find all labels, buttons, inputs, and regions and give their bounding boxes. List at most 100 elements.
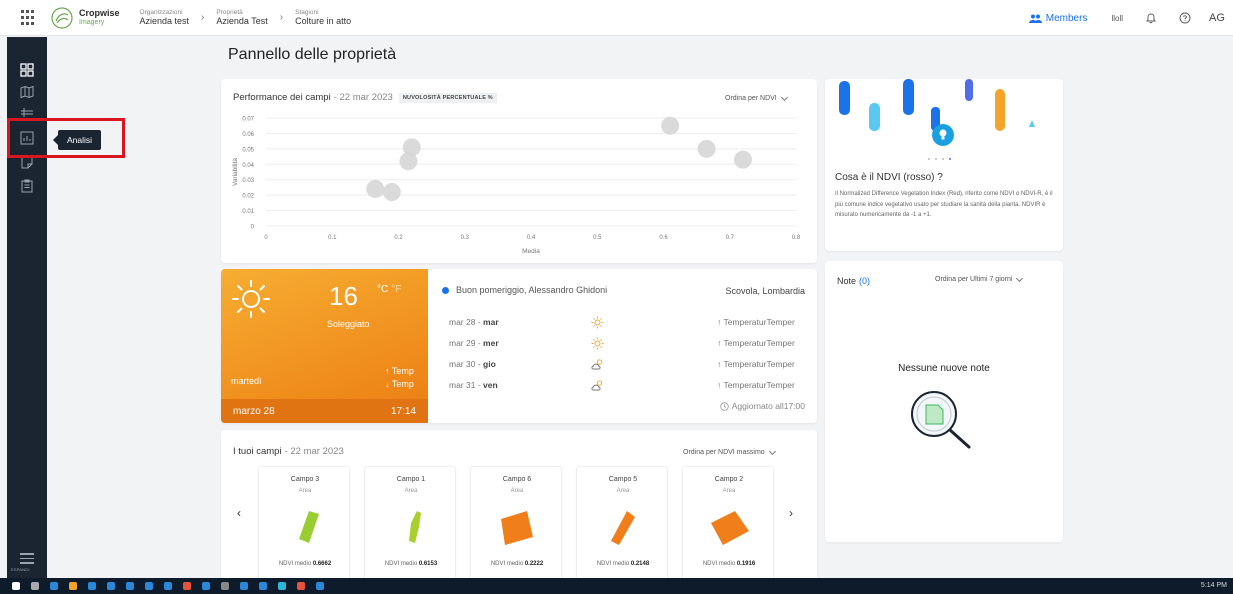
breadcrumb-property[interactable]: Proprietà Azienda Test bbox=[216, 9, 267, 27]
fields-title: I tuoi campi bbox=[233, 446, 282, 457]
notes-sort-dropdown[interactable]: Ordina per Ultimi 7 giorni bbox=[935, 274, 1024, 283]
breadcrumb-organization[interactable]: Organizzazioni Azienda test bbox=[140, 9, 190, 27]
scatter-point[interactable] bbox=[402, 138, 421, 157]
field-ndvi: NDVI medio 0.6153 bbox=[365, 561, 457, 567]
forecast-date: mar 28 - bbox=[449, 317, 481, 327]
scatter-point[interactable] bbox=[661, 116, 680, 135]
fields-sort-dropdown[interactable]: Ordina per NDVI massimo bbox=[683, 447, 776, 456]
field-area: Area bbox=[616, 488, 630, 494]
scatter-point[interactable] bbox=[697, 139, 716, 158]
weather-forecast-panel: Buon pomeriggio, Alessandro Ghidoni Scov… bbox=[428, 269, 817, 423]
breadcrumb-key: Proprietà bbox=[216, 8, 243, 16]
y-tick-label: 0.04 bbox=[242, 163, 254, 169]
x-tick-label: 0.8 bbox=[792, 235, 801, 241]
ndvi-value: 0.6153 bbox=[418, 561, 438, 567]
chevron-right-icon: › bbox=[201, 12, 205, 23]
sidebar-item-map[interactable] bbox=[20, 85, 34, 99]
ndvi-value: 0.1916 bbox=[736, 561, 756, 567]
members-button[interactable]: Members bbox=[1028, 12, 1088, 24]
ndvi-illustration bbox=[839, 79, 1035, 160]
info-title: Cosa è il NDVI (rosso) ? bbox=[835, 172, 943, 183]
taskbar-app-icon[interactable] bbox=[316, 582, 324, 590]
weather-footer: marzo 28 17:14 bbox=[221, 399, 428, 423]
scatter-point[interactable] bbox=[734, 150, 752, 169]
last-updated: Aggiornato all17:00 bbox=[720, 401, 805, 411]
taskbar-app-icon[interactable] bbox=[278, 582, 286, 590]
taskbar-app-icon[interactable] bbox=[183, 582, 191, 590]
notes-empty-message: Nessune nuove note bbox=[898, 363, 990, 374]
taskbar-app-icon[interactable] bbox=[107, 582, 115, 590]
members-label: Members bbox=[1045, 12, 1088, 24]
taskbar-app-icon[interactable] bbox=[126, 582, 134, 590]
breadcrumb-season[interactable]: Stagioni Colture in atto bbox=[295, 9, 351, 27]
taskbar-app-icon[interactable] bbox=[259, 582, 267, 590]
unit-celsius[interactable]: °C bbox=[377, 284, 388, 295]
field-name: Campo 3 bbox=[290, 476, 320, 483]
scatter-point[interactable] bbox=[366, 179, 385, 198]
sort-label: Ordina per NDVI massimo bbox=[683, 449, 765, 456]
avatar[interactable]: AG bbox=[1205, 6, 1229, 30]
taskbar-app-icon[interactable] bbox=[202, 582, 210, 590]
sun-icon bbox=[232, 280, 270, 318]
field-card[interactable]: Campo 3 Area NDVI medio 0.6662 bbox=[258, 466, 350, 586]
notes-card: Note (0) Ordina per Ultimi 7 giorni Nessu… bbox=[825, 261, 1063, 542]
field-card[interactable]: Campo 6 Area NDVI medio 0.2222 bbox=[470, 466, 562, 586]
start-menu-icon[interactable] bbox=[12, 582, 20, 590]
field-area: Area bbox=[722, 488, 736, 494]
taskbar-app-icon[interactable] bbox=[221, 582, 229, 590]
members-icon bbox=[1028, 14, 1042, 23]
apps-grid-icon[interactable] bbox=[21, 9, 37, 26]
current-temperature: 16 bbox=[329, 281, 358, 311]
x-tick-label: 0.1 bbox=[328, 235, 337, 241]
logo[interactable]: Cropwise Imagery bbox=[51, 6, 120, 29]
sidebar-item-dashboard[interactable] bbox=[20, 63, 34, 77]
magnifier-note-icon bbox=[911, 391, 971, 449]
field-card[interactable]: Campo 5 Area NDVI medio 0.2148 bbox=[576, 466, 668, 586]
forecast-row: mar 28 - mar ↑ TemperaturTemper bbox=[449, 316, 817, 329]
low-temperature: ↓ Temp bbox=[385, 379, 414, 389]
ndvi-value: 0.2222 bbox=[524, 561, 544, 567]
taskbar-app-icon[interactable] bbox=[69, 582, 77, 590]
notes-title: Note bbox=[837, 276, 857, 286]
sidebar-item-reports[interactable] bbox=[20, 179, 34, 193]
taskbar-app-icon[interactable] bbox=[50, 582, 58, 590]
help-icon[interactable] bbox=[1179, 12, 1191, 24]
unit-toggle[interactable]: °C °F bbox=[377, 284, 401, 295]
os-taskbar: 5:14 PM bbox=[0, 578, 1233, 594]
unit-fahrenheit[interactable]: °F bbox=[391, 284, 401, 295]
weather-time: 17:14 bbox=[390, 405, 416, 417]
search-icon[interactable] bbox=[31, 582, 39, 590]
field-card[interactable]: Campo 1 Area NDVI medio 0.6153 bbox=[364, 466, 456, 586]
field-name: Campo 5 bbox=[608, 476, 638, 483]
ndvi-label: NDVI medio bbox=[596, 561, 630, 567]
weather-today-panel: 16 °C °F Soleggiato ↑ Temp martedì ↓ Temp… bbox=[221, 269, 428, 423]
taskbar-app-icon[interactable] bbox=[145, 582, 153, 590]
next-arrow-button[interactable]: › bbox=[789, 506, 793, 520]
forecast-date: mar 29 - bbox=[449, 338, 481, 348]
notes-count: (0) bbox=[859, 276, 871, 286]
taskbar-app-icon[interactable] bbox=[164, 582, 172, 590]
sidebar-tooltip: Analisi bbox=[52, 130, 102, 150]
cloud-sun-icon bbox=[591, 380, 603, 391]
product-name: Imagery bbox=[79, 19, 105, 26]
field-card[interactable]: Campo 2 Area NDVI medio 0.1916 bbox=[682, 466, 774, 586]
expand-menu-icon[interactable] bbox=[20, 553, 34, 567]
ndvi-label: NDVI medio bbox=[490, 561, 524, 567]
expand-menu-label: ESPANDI bbox=[11, 567, 30, 572]
weather-condition: Soleggiato bbox=[327, 319, 370, 329]
taskbar-app-icon[interactable] bbox=[297, 582, 305, 590]
info-body: Il Normalized Difference Vegetation Inde… bbox=[835, 191, 1053, 218]
ndvi-label: NDVI medio bbox=[384, 561, 418, 567]
taskbar-app-icon[interactable] bbox=[88, 582, 96, 590]
y-tick-label: 0.05 bbox=[242, 147, 254, 153]
y-tick-label: 0.06 bbox=[242, 132, 254, 138]
taskbar-app-icon[interactable] bbox=[240, 582, 248, 590]
field-ndvi: NDVI medio 0.1916 bbox=[683, 561, 775, 567]
prev-arrow-button[interactable]: ‹ bbox=[237, 506, 241, 520]
last-updated-text: Aggiornato all17:00 bbox=[731, 401, 805, 411]
user-name[interactable]: lloll bbox=[1111, 14, 1123, 23]
scatter-point[interactable] bbox=[382, 183, 401, 202]
bell-icon[interactable] bbox=[1145, 12, 1157, 24]
breadcrumb-value: Azienda Test bbox=[216, 16, 268, 27]
field-name: Campo 1 bbox=[396, 476, 426, 483]
